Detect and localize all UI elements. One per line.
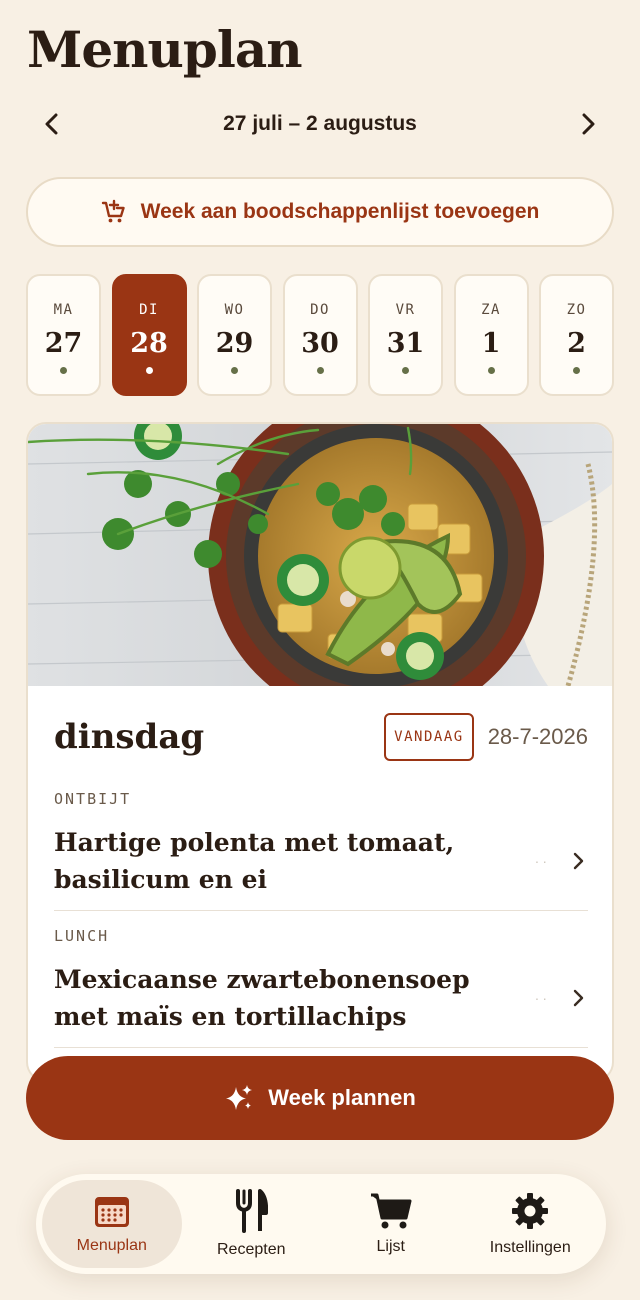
day-number: 31 <box>386 328 425 359</box>
tab-bar: Menuplan Recepten Lijst Instellingen <box>36 1174 606 1274</box>
meal-photo <box>28 424 612 686</box>
meal-title: Hartige polenta met tomaat, basilicum en… <box>54 828 455 894</box>
add-week-to-shopping-list-button[interactable]: Week aan boodschappenlijst toevoegen <box>26 177 614 247</box>
calendar-icon <box>94 1197 129 1227</box>
tab-label: Instellingen <box>489 1239 571 1256</box>
day-number: 27 <box>44 328 83 359</box>
day-number: 1 <box>481 328 501 359</box>
day-sunday[interactable]: ZO 2 <box>539 274 614 396</box>
tab-instellingen[interactable]: Instellingen <box>461 1180 601 1268</box>
chevron-right-icon <box>582 113 595 135</box>
day-abbr: ZA <box>481 302 501 318</box>
tab-menuplan[interactable]: Menuplan <box>42 1180 182 1268</box>
day-number: 29 <box>215 328 254 359</box>
day-abbr: MA <box>53 302 74 318</box>
meal-type-label: ONTBIJT <box>54 790 132 808</box>
meal-title: Mexicaanse zwartebonensoep met maïs en t… <box>54 965 470 1031</box>
day-selector: MA 27 DI 28 WO 29 DO 30 VR 31 ZA 1 ZO 2 <box>26 274 614 396</box>
today-badge: VANDAAG <box>384 713 474 761</box>
cart-plus-icon <box>101 199 125 223</box>
meal-divider <box>54 1047 588 1048</box>
drag-handle-icon[interactable]: ·· <box>535 990 550 1006</box>
fork-knife-icon <box>236 1189 269 1233</box>
chevron-right-icon <box>573 852 584 870</box>
meal-indicator-dot <box>60 367 67 374</box>
day-tuesday[interactable]: DI 28 <box>111 274 187 396</box>
meal-indicator-dot <box>487 367 495 374</box>
meal-divider <box>54 910 588 911</box>
page-title: Menuplan <box>27 20 303 79</box>
meal-indicator-dot <box>231 367 238 374</box>
day-saturday[interactable]: ZA 1 <box>453 274 529 396</box>
day-name: dinsdag <box>54 717 205 757</box>
chevron-left-icon <box>45 113 58 135</box>
day-number: 28 <box>130 328 168 359</box>
day-abbr: VR <box>395 302 416 318</box>
sparkles-icon <box>226 1085 253 1110</box>
week-navigator: 27 juli – 2 augustus <box>26 98 614 150</box>
meal-indicator-dot <box>573 367 580 374</box>
add-week-label: Week aan boodschappenlijst toevoegen <box>140 200 540 223</box>
meal-lunch[interactable]: LUNCH Mexicaanse zwartebonensoep met maï… <box>54 927 588 1048</box>
day-number: 30 <box>301 328 339 359</box>
chevron-right-icon <box>573 989 584 1007</box>
drag-handle-icon[interactable]: ·· <box>535 853 550 869</box>
plan-week-button[interactable]: Week plannen <box>26 1056 614 1140</box>
day-thursday[interactable]: DO 30 <box>282 274 358 396</box>
day-abbr: DO <box>310 302 330 318</box>
tab-lijst[interactable]: Lijst <box>321 1180 461 1268</box>
tab-label: Menuplan <box>76 1237 147 1254</box>
day-friday[interactable]: VR 31 <box>368 274 443 396</box>
week-range: 27 juli – 2 augustus <box>223 112 417 135</box>
day-abbr: ZO <box>566 302 587 318</box>
day-number: 2 <box>567 328 586 359</box>
tab-label: Recepten <box>217 1241 286 1258</box>
meal-indicator-dot <box>145 367 153 374</box>
tab-label: Lijst <box>376 1238 405 1255</box>
day-wednesday[interactable]: WO 29 <box>197 274 272 396</box>
day-abbr: DI <box>139 302 159 318</box>
day-date: 28-7-2026 <box>487 724 588 749</box>
previous-week-button[interactable] <box>26 98 78 150</box>
day-abbr: WO <box>224 302 245 318</box>
gear-icon <box>512 1193 549 1229</box>
day-monday[interactable]: MA 27 <box>26 274 101 396</box>
meal-type-label: LUNCH <box>54 927 110 945</box>
day-card: dinsdag VANDAAG 28-7-2026 ONTBIJT Hartig… <box>26 422 614 1082</box>
meal-breakfast[interactable]: ONTBIJT Hartige polenta met tomaat, basi… <box>54 790 588 911</box>
cart-icon <box>370 1193 412 1229</box>
day-card-header: dinsdag VANDAAG 28-7-2026 <box>54 710 588 764</box>
plan-week-label: Week plannen <box>268 1085 416 1110</box>
tab-recepten[interactable]: Recepten <box>182 1180 322 1268</box>
meal-indicator-dot <box>316 367 324 374</box>
meal-indicator-dot <box>402 367 409 374</box>
next-week-button[interactable] <box>562 98 614 150</box>
